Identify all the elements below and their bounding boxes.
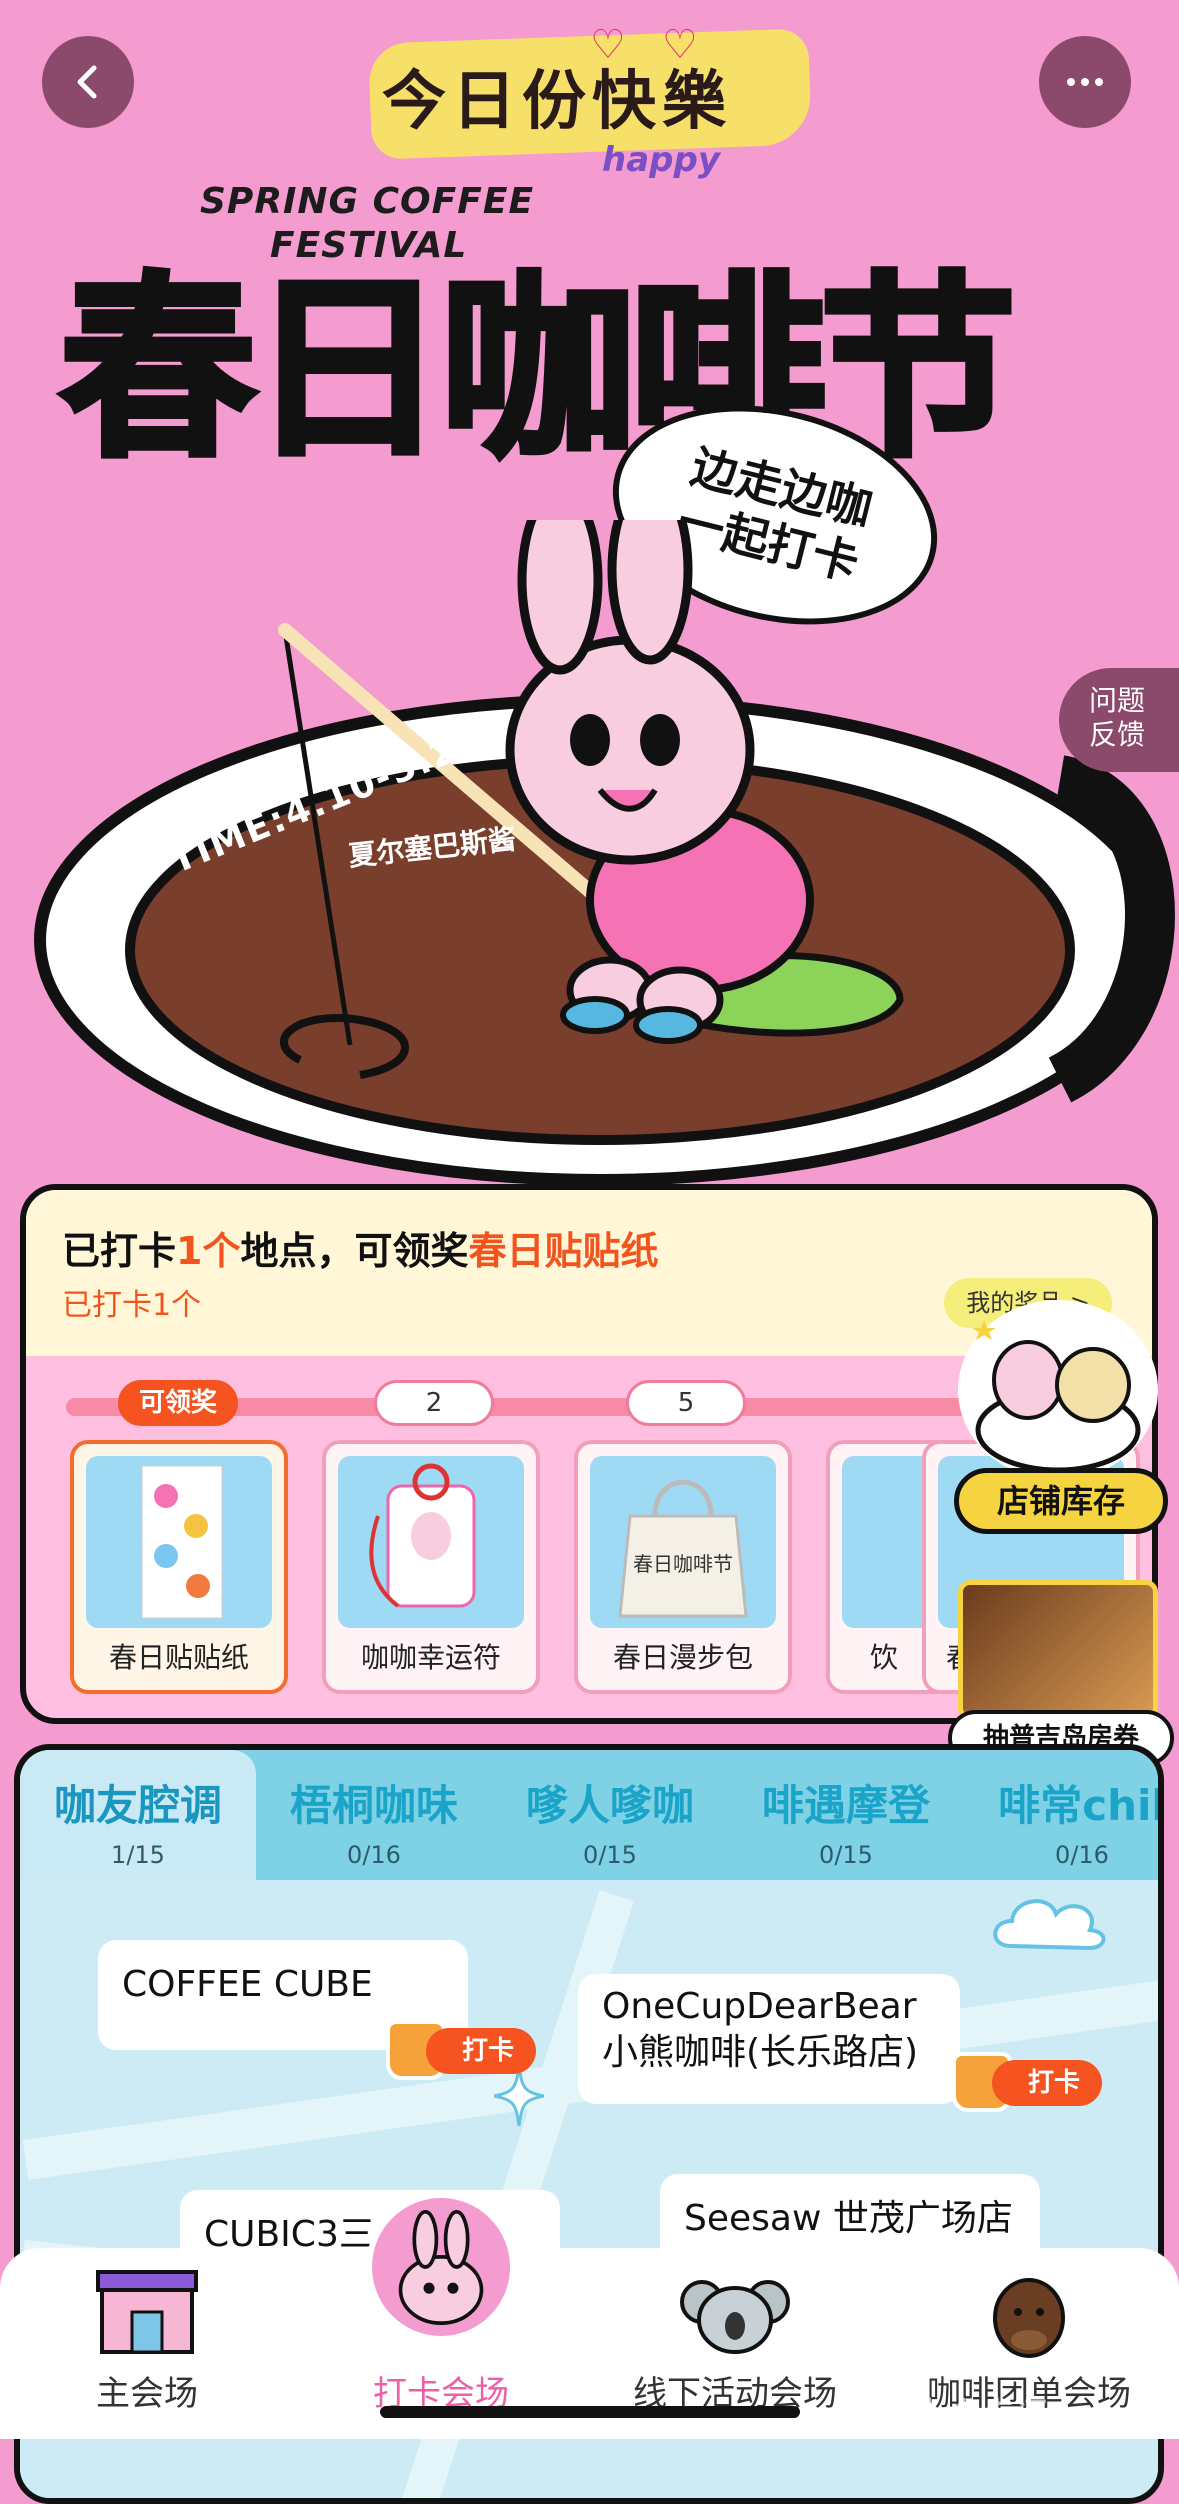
checkin-button[interactable]: 打卡 <box>952 2052 1102 2112</box>
area-tabs: 咖友腔调 1/15 梧桐咖味 0/16 嗲人嗲咖 0/15 啡遇摩登 0/15 … <box>20 1750 1158 1880</box>
feedback-button[interactable]: 问题 反馈 <box>1059 668 1179 772</box>
back-button[interactable] <box>42 36 134 128</box>
heart-icon: ♡ <box>590 22 626 68</box>
sticker-image <box>86 1456 272 1628</box>
prize-name: 春日贴贴纸 <box>108 1641 249 1674</box>
watermark: 大众点评 <box>912 2396 1048 2436</box>
more-dots-icon <box>1067 78 1103 86</box>
tab-area-5[interactable]: 啡常chil 0/16 <box>964 1750 1158 1880</box>
more-button[interactable] <box>1039 36 1131 128</box>
prize-item[interactable]: 咖咖幸运符 <box>322 1440 540 1694</box>
reward-status-text: 已打卡1个地点，可领奖春日贴贴纸 <box>62 1229 659 1273</box>
prize-name: 咖咖幸运符 <box>360 1641 501 1674</box>
checkin-button[interactable]: 打卡 <box>386 2020 536 2080</box>
checkin-count-text: 已打卡1个 <box>62 1288 202 1323</box>
today-happy-badge: 今日份快樂 happy ♡ ♡ <box>362 22 822 180</box>
today-subtitle: happy <box>602 140 720 180</box>
rabbit-icon <box>366 2192 516 2342</box>
floating-promos: 店铺库存 抽普吉岛房券 <box>948 1300 1179 1800</box>
storefront-icon <box>96 2270 198 2354</box>
bear-icon <box>993 2278 1065 2358</box>
prize-item[interactable]: 春日贴贴纸 <box>70 1440 288 1694</box>
cloud-icon <box>993 1899 1106 1951</box>
koala-icon <box>680 2280 790 2354</box>
shop-card[interactable]: OneCupDearBear 小熊咖啡(长乐路店) <box>578 1974 960 2104</box>
tote-bag-image: 春日咖啡节 <box>590 1456 776 1628</box>
milestone-2: 2 <box>374 1380 494 1426</box>
nav-main-venue[interactable]: 主会场 <box>0 2248 294 2439</box>
tab-area-4[interactable]: 啡遇摩登 0/15 <box>728 1750 964 1880</box>
tab-area-1[interactable]: 咖友腔调 1/15 <box>20 1750 256 1880</box>
milestone-5: 5 <box>626 1380 746 1426</box>
tab-area-3[interactable]: 嗲人嗲咖 0/15 <box>492 1750 728 1880</box>
heart-icon: ♡ <box>662 22 698 68</box>
prize-item[interactable]: 春日咖啡节 春日漫步包 <box>574 1440 792 1694</box>
hotel-image[interactable] <box>958 1580 1158 1720</box>
hero-banner: 今日份快樂 happy ♡ ♡ SPRING COFFEE FESTIVAL 春… <box>0 0 1179 1200</box>
store-mascot-image[interactable] <box>958 1300 1158 1480</box>
tab-area-2[interactable]: 梧桐咖味 0/16 <box>256 1750 492 1880</box>
prize-name: 春日漫步包 <box>612 1641 753 1674</box>
home-indicator[interactable] <box>380 2406 800 2418</box>
lucky-charm-image <box>338 1456 524 1628</box>
milestone-claimable[interactable]: 可领奖 <box>118 1380 238 1426</box>
store-inventory-button[interactable]: 店铺库存 <box>954 1468 1168 1534</box>
svg-text:春日咖啡节: 春日咖啡节 <box>633 1552 733 1576</box>
chevron-left-icon <box>77 65 97 99</box>
